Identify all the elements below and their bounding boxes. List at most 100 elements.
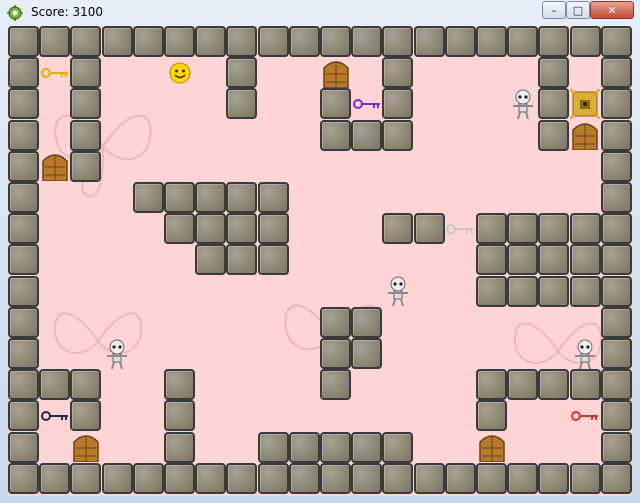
stone-wall-tile xyxy=(507,369,539,401)
minimize-button[interactable]: – xyxy=(542,1,566,19)
stone-wall-tile xyxy=(320,431,351,463)
wooden-door-icon xyxy=(73,435,99,463)
stone-wall-tile xyxy=(569,462,601,494)
stone-wall-tile xyxy=(8,150,39,182)
stone-wall-tile xyxy=(164,213,195,245)
stone-wall-tile xyxy=(600,213,632,245)
stone-wall-tile xyxy=(569,26,601,57)
stone-wall-tile xyxy=(507,26,539,57)
stone-wall-tile xyxy=(382,26,414,57)
stone-wall-tile xyxy=(164,182,195,213)
stone-wall-tile xyxy=(600,400,632,432)
stone-wall-tile xyxy=(600,431,632,463)
stone-wall-tile xyxy=(257,26,289,57)
game-board[interactable] xyxy=(8,26,632,496)
stone-wall-tile xyxy=(288,431,320,463)
stone-wall-tile xyxy=(257,182,289,213)
skeleton-enemy-icon xyxy=(107,339,128,369)
maximize-button[interactable]: □ xyxy=(566,1,590,19)
stone-wall-tile xyxy=(538,275,570,307)
stone-wall-tile xyxy=(8,213,39,245)
stone-wall-tile xyxy=(8,306,39,338)
stone-wall-tile xyxy=(320,306,351,338)
stone-wall-tile xyxy=(476,369,507,401)
stone-wall-tile xyxy=(413,26,445,57)
stone-wall-tile xyxy=(476,275,507,307)
wooden-door-icon xyxy=(478,435,505,463)
stone-wall-tile xyxy=(600,462,632,494)
stone-wall-tile xyxy=(320,119,351,151)
window-title: Score: 3100 xyxy=(31,5,104,19)
stone-wall-tile xyxy=(351,119,383,151)
stone-wall-tile xyxy=(39,462,71,494)
close-button[interactable]: ✕ xyxy=(590,1,634,19)
stone-wall-tile xyxy=(382,462,414,494)
stone-wall-tile xyxy=(226,88,258,120)
stone-wall-tile xyxy=(320,369,351,401)
stone-wall-tile xyxy=(351,431,383,463)
stone-wall-tile xyxy=(257,213,289,245)
stone-wall-tile xyxy=(132,26,164,57)
stone-wall-tile xyxy=(382,119,414,151)
stone-wall-tile xyxy=(288,462,320,494)
stone-wall-tile xyxy=(39,26,71,57)
stone-wall-tile xyxy=(70,400,102,432)
stone-wall-tile xyxy=(507,275,539,307)
stone-wall-tile xyxy=(600,244,632,276)
stone-wall-tile xyxy=(288,26,320,57)
stone-wall-tile xyxy=(132,182,164,213)
stone-wall-tile xyxy=(226,213,258,245)
stone-wall-tile xyxy=(8,275,39,307)
stone-wall-tile xyxy=(600,182,632,213)
stone-wall-tile xyxy=(195,26,227,57)
key-icon xyxy=(352,99,380,109)
stone-wall-tile xyxy=(101,26,133,57)
stone-wall-tile xyxy=(569,369,601,401)
stone-wall-tile xyxy=(600,57,632,89)
stone-wall-tile xyxy=(600,369,632,401)
stone-wall-tile xyxy=(507,462,539,494)
stone-wall-tile xyxy=(164,400,195,432)
skeleton-enemy-icon xyxy=(512,89,533,119)
stone-wall-tile xyxy=(600,275,632,307)
stone-wall-tile xyxy=(569,213,601,245)
stone-wall-tile xyxy=(538,244,570,276)
player-smiley-icon xyxy=(169,62,191,84)
stone-wall-tile xyxy=(320,338,351,369)
stone-wall-tile xyxy=(600,338,632,369)
stone-wall-tile xyxy=(320,462,351,494)
stone-wall-tile xyxy=(538,119,570,151)
key-icon xyxy=(571,411,599,421)
stone-wall-tile xyxy=(70,26,102,57)
key-icon xyxy=(446,223,474,234)
stone-wall-tile xyxy=(195,244,227,276)
stone-wall-tile xyxy=(8,338,39,369)
stone-wall-tile xyxy=(320,88,351,120)
skeleton-enemy-icon xyxy=(575,339,596,369)
stone-wall-tile xyxy=(164,431,195,463)
stone-wall-tile xyxy=(413,213,445,245)
stone-wall-tile xyxy=(70,369,102,401)
stone-wall-tile xyxy=(382,213,414,245)
stone-wall-tile xyxy=(70,88,102,120)
stone-wall-tile xyxy=(8,182,39,213)
stone-wall-tile xyxy=(257,462,289,494)
stone-wall-tile xyxy=(195,182,227,213)
stone-wall-tile xyxy=(8,57,39,89)
stone-wall-tile xyxy=(569,244,601,276)
stone-wall-tile xyxy=(8,400,39,432)
title-bar[interactable]: Score: 3100 – □ ✕ xyxy=(0,0,640,26)
stone-wall-tile xyxy=(195,213,227,245)
stone-wall-tile xyxy=(257,244,289,276)
stone-wall-tile xyxy=(476,400,507,432)
stone-wall-tile xyxy=(101,462,133,494)
stone-wall-tile xyxy=(444,26,476,57)
wooden-door-icon xyxy=(572,123,598,151)
stone-wall-tile xyxy=(476,213,507,245)
stone-wall-tile xyxy=(8,369,39,401)
stone-wall-tile xyxy=(226,462,258,494)
stone-wall-tile xyxy=(320,26,351,57)
stone-wall-tile xyxy=(8,26,39,57)
locked-door-icon xyxy=(570,89,601,119)
stone-wall-tile xyxy=(257,431,289,463)
